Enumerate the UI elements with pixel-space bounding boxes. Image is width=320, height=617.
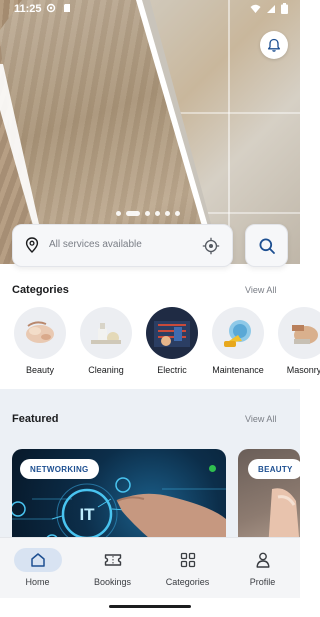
ticket-icon: [104, 554, 121, 566]
beauty-photo: [14, 307, 66, 359]
category-beauty[interactable]: Beauty: [5, 307, 75, 375]
category-label: Cleaning: [88, 365, 124, 375]
signal-icon: [267, 4, 275, 13]
category-label: Beauty: [25, 365, 55, 375]
category-maintenance[interactable]: Maintenance: [203, 307, 273, 375]
featured-card-networking[interactable]: IT NETWORKING: [12, 449, 226, 549]
sd-card-icon: [64, 4, 70, 12]
carousel-dot-active[interactable]: [126, 211, 140, 216]
category-electric[interactable]: Electric: [137, 307, 207, 375]
sync-icon: [46, 3, 56, 13]
carousel-dot[interactable]: [145, 211, 150, 216]
featured-view-all-link[interactable]: View All: [245, 414, 276, 424]
category-masonry[interactable]: Masonry: [269, 307, 320, 375]
cleaning-photo: [80, 307, 132, 359]
categories-list[interactable]: Beauty Cleaning Electric Maintenance Mas…: [0, 307, 320, 379]
nav-label: Home: [25, 577, 50, 587]
category-label: Masonry: [286, 365, 320, 375]
nav-bookings[interactable]: Bookings: [75, 538, 150, 599]
categories-view-all-link[interactable]: View All: [245, 285, 276, 295]
nav-home[interactable]: Home: [0, 538, 75, 599]
status-time: 11:25: [14, 3, 42, 15]
carousel-dot[interactable]: [165, 211, 170, 216]
carousel-dot[interactable]: [116, 211, 121, 216]
nav-active-indicator: [13, 548, 62, 572]
category-badge: NETWORKING: [20, 459, 99, 479]
nav-label: Bookings: [93, 577, 132, 587]
home-gesture-handle[interactable]: [109, 605, 191, 608]
categories-title: Categories: [12, 284, 69, 296]
nav-label: Categories: [165, 577, 210, 587]
search-icon: [259, 238, 275, 254]
location-pin-icon: [25, 237, 39, 253]
bell-icon: [267, 38, 281, 52]
search-button[interactable]: [245, 224, 288, 267]
svg-text:IT: IT: [79, 505, 95, 524]
current-location-icon[interactable]: [202, 237, 220, 255]
carousel-indicator[interactable]: [116, 211, 180, 216]
home-icon: [30, 553, 45, 567]
category-label: Maintenance: [212, 365, 264, 375]
category-cleaning[interactable]: Cleaning: [71, 307, 141, 375]
featured-card-beauty[interactable]: BEAUTY: [238, 449, 300, 549]
nav-categories[interactable]: Categories: [150, 538, 225, 599]
bottom-navigation: Home Bookings Categories Profile: [0, 537, 300, 598]
category-label: Electric: [157, 365, 187, 375]
status-bar: 11:25: [0, 0, 300, 20]
grid-icon: [180, 552, 195, 568]
electric-photo: [146, 307, 198, 359]
category-badge: BEAUTY: [248, 459, 300, 479]
status-icons: [250, 3, 288, 14]
masonry-photo: [278, 307, 320, 359]
wifi-icon: [250, 4, 261, 13]
person-icon: [256, 552, 269, 568]
search-placeholder: All services available: [49, 239, 142, 250]
featured-title: Featured: [12, 413, 59, 425]
online-status-indicator: [209, 465, 216, 472]
carousel-dot[interactable]: [175, 211, 180, 216]
nav-label: Profile: [249, 577, 276, 587]
maintenance-photo: [212, 307, 264, 359]
notifications-button[interactable]: [260, 31, 288, 59]
carousel-dot[interactable]: [155, 211, 160, 216]
nav-profile[interactable]: Profile: [225, 538, 300, 599]
location-search-field[interactable]: All services available: [12, 224, 233, 267]
battery-icon: [281, 3, 288, 14]
